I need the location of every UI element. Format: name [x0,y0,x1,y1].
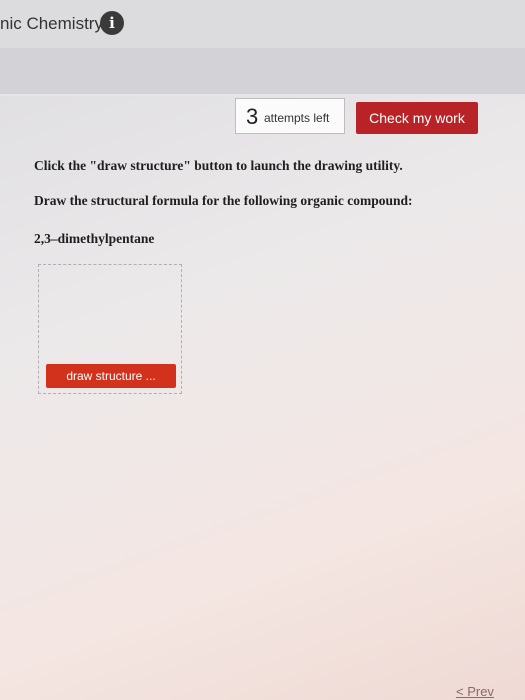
prev-link[interactable]: < Prev [456,684,494,699]
attempts-label: attempts left [264,111,330,125]
course-title: nic Chemistry [0,14,103,33]
attempts-indicator: 3 attempts left [235,98,345,134]
info-icon[interactable]: i [100,11,124,35]
instruction-draw: Draw the structural formula for the foll… [34,193,413,208]
check-my-work-button[interactable]: Check my work [356,102,478,134]
draw-structure-button[interactable]: draw structure ... [46,364,176,388]
top-bar: nic Chemistry i [0,0,525,48]
instruction-launch: Click the "draw structure" button to lau… [34,158,403,173]
header-band [0,48,525,96]
attempts-count: 3 [246,104,259,129]
compound-name: 2,3–dimethylpentane [34,231,155,246]
